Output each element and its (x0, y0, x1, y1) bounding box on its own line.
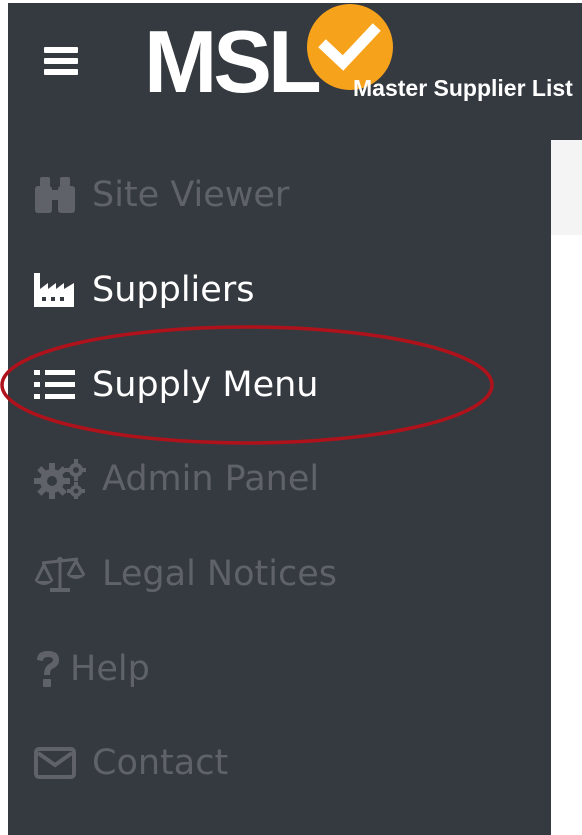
content-header-shade (551, 140, 582, 235)
sidebar-item-label: Admin Panel (102, 459, 320, 499)
sidebar-item-label: Site Viewer (92, 175, 290, 215)
logo-text: MSL (144, 12, 322, 111)
sidebar-item-label: Contact (92, 743, 229, 783)
factory-icon (34, 268, 76, 312)
logo-tagline: Master Supplier List (353, 75, 573, 101)
sidebar-item-supply-menu[interactable]: Supply Menu (34, 355, 319, 415)
gears-icon (34, 457, 86, 501)
app-logo[interactable]: MSL Master Supplier List (144, 4, 582, 111)
main-content-panel (551, 140, 582, 835)
balance-scale-icon (34, 552, 86, 596)
question-mark-icon (34, 647, 62, 691)
binoculars-icon (34, 173, 76, 217)
sidebar-item-admin-panel[interactable]: Admin Panel (34, 449, 319, 509)
sidebar-item-suppliers[interactable]: Suppliers (34, 260, 254, 320)
sidebar-item-legal-notices[interactable]: Legal Notices (34, 544, 337, 604)
sidebar-item-label: Legal Notices (102, 554, 337, 594)
sidebar-item-site-viewer[interactable]: Site Viewer (34, 165, 289, 225)
sidebar-item-help[interactable]: Help (34, 639, 150, 699)
list-icon (34, 363, 76, 407)
app-sidebar-frame (8, 3, 582, 835)
sidebar-item-label: Suppliers (92, 270, 255, 310)
sidebar-item-label: Help (70, 649, 150, 689)
hamburger-menu-icon[interactable] (44, 47, 78, 75)
sidebar-item-contact[interactable]: Contact (34, 733, 228, 793)
page-edge (0, 0, 8, 835)
sidebar-item-label: Supply Menu (92, 365, 319, 405)
envelope-icon (34, 741, 76, 785)
